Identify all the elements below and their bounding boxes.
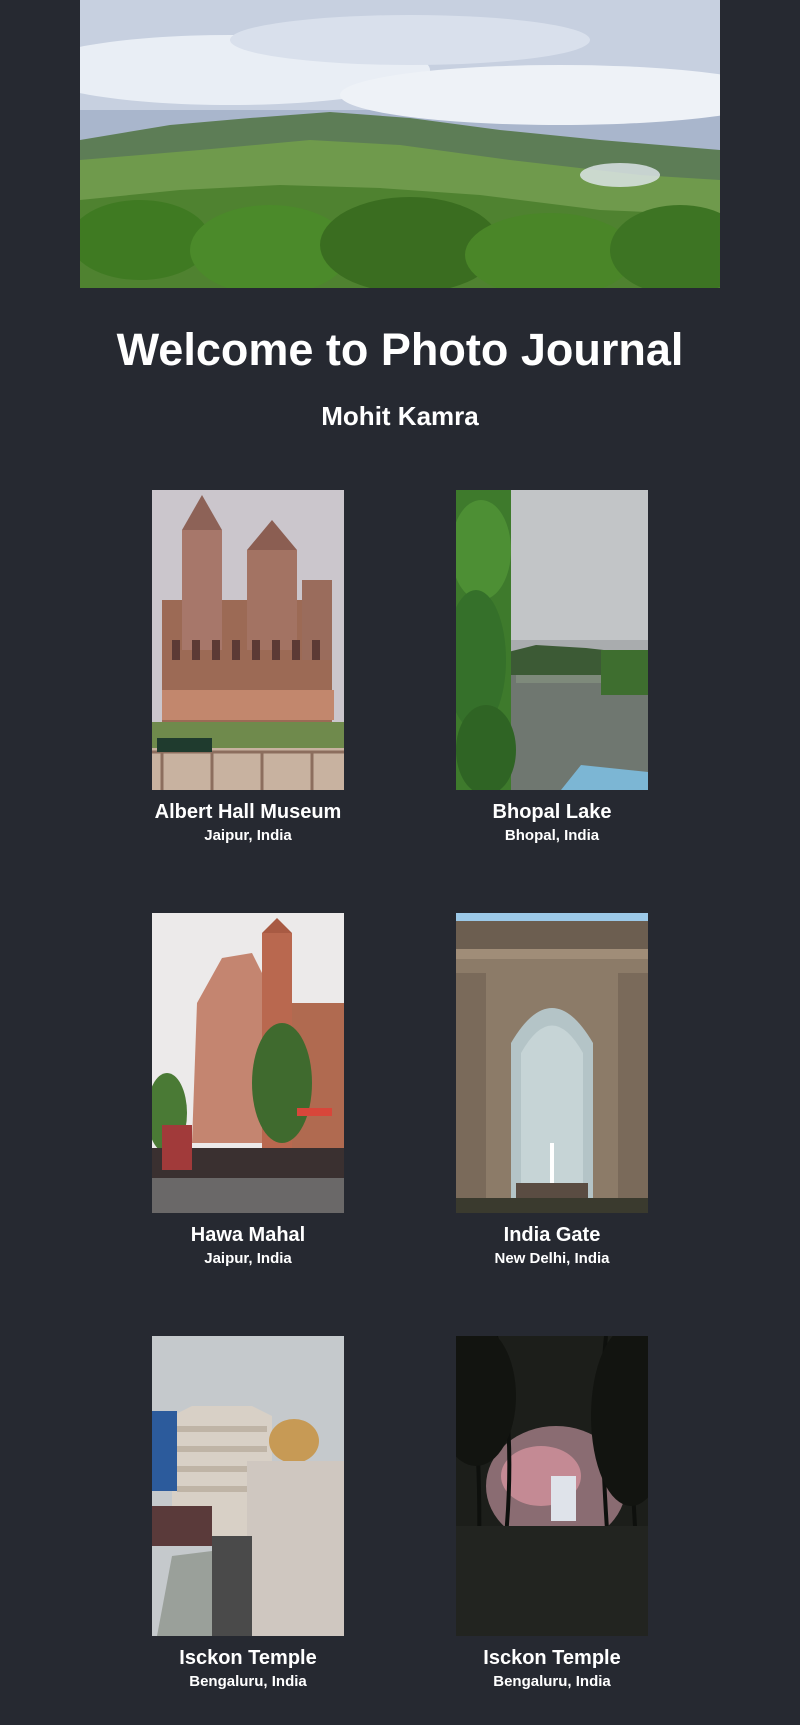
card-title: India Gate	[503, 1224, 601, 1246]
card-title: Bhopal Lake	[492, 801, 612, 823]
gallery-photo[interactable]	[456, 490, 648, 790]
gallery-card[interactable]: Bhopal Lake Bhopal, India	[422, 490, 682, 845]
gallery-photo[interactable]	[456, 913, 648, 1213]
card-title: Isckon Temple	[179, 1647, 317, 1669]
gallery-card[interactable]: Albert Hall Museum Jaipur, India	[118, 490, 378, 845]
hero-image	[80, 0, 720, 288]
gallery-photo[interactable]	[152, 490, 344, 790]
gallery-card[interactable]: Isckon Temple Bengaluru, India	[422, 1336, 682, 1691]
gallery-card[interactable]: India Gate New Delhi, India	[422, 913, 682, 1268]
card-title: Isckon Temple	[483, 1647, 621, 1669]
card-title: Hawa Mahal	[190, 1224, 306, 1246]
card-location: Bhopal, India	[504, 827, 600, 844]
page-title: Welcome to Photo Journal	[116, 324, 684, 375]
card-location: New Delhi, India	[494, 1250, 610, 1267]
card-location: Jaipur, India	[204, 1250, 292, 1267]
author-name: Mohit Kamra	[321, 401, 479, 431]
card-location: Bengaluru, India	[189, 1673, 307, 1690]
card-title: Albert Hall Museum	[154, 801, 342, 823]
gallery-photo[interactable]	[152, 913, 344, 1213]
gallery-photo[interactable]	[456, 1336, 648, 1636]
card-location: Bengaluru, India	[493, 1673, 611, 1690]
card-location: Jaipur, India	[204, 827, 292, 844]
gallery-card[interactable]: Hawa Mahal Jaipur, India	[118, 913, 378, 1268]
gallery-photo[interactable]	[152, 1336, 344, 1636]
gallery-card[interactable]: Isckon Temple Bengaluru, India	[118, 1336, 378, 1691]
